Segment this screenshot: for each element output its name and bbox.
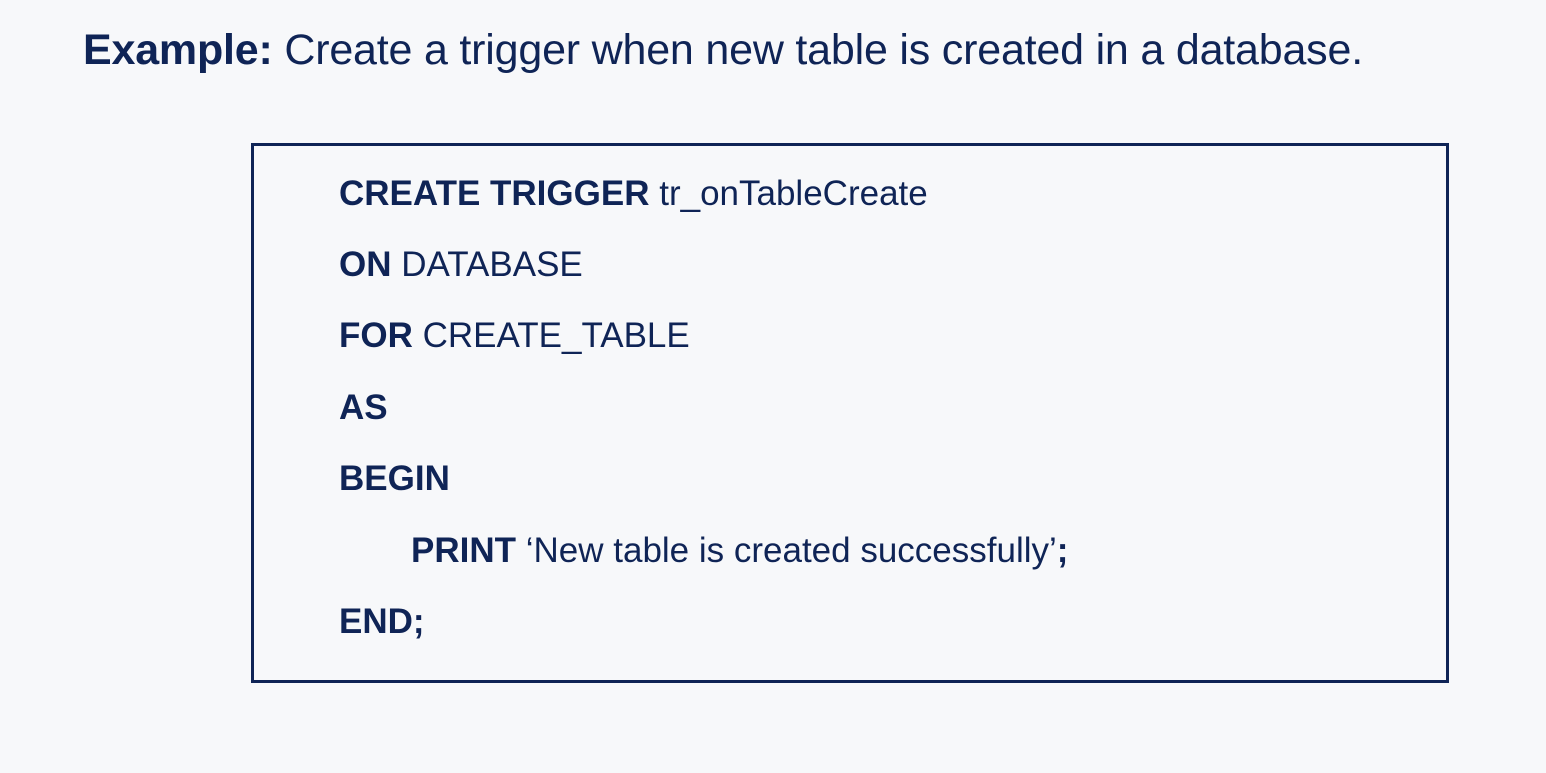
code-keyword: BEGIN [339, 459, 450, 498]
code-line-for-create-table: FOR CREATE_TABLE [339, 314, 690, 358]
code-line-as: AS [339, 386, 388, 430]
code-line-begin: BEGIN [339, 457, 450, 501]
code-keyword: ON [339, 245, 392, 284]
code-text: DATABASE [401, 245, 583, 284]
code-keyword: PRINT [411, 531, 516, 570]
code-keyword: END; [339, 602, 425, 641]
code-keyword: AS [339, 388, 388, 427]
code-line-on-database: ON DATABASE [339, 243, 583, 287]
code-keyword: CREATE TRIGGER [339, 174, 650, 213]
code-block: CREATE TRIGGER tr_onTableCreate ON DATAB… [251, 143, 1449, 683]
code-semicolon: ; [1056, 531, 1069, 570]
code-line-print: PRINT ‘New table is created successfully… [411, 529, 1068, 573]
page-title: Example: Create a trigger when new table… [83, 22, 1363, 78]
code-text: CREATE_TABLE [422, 316, 690, 355]
example-label: Example: [83, 26, 273, 74]
code-text: tr_onTableCreate [659, 174, 928, 213]
code-line-end: END; [339, 600, 425, 644]
code-line-create-trigger: CREATE TRIGGER tr_onTableCreate [339, 172, 928, 216]
code-text: ‘New table is created successfully’ [525, 531, 1057, 570]
example-description: Create a trigger when new table is creat… [284, 26, 1363, 74]
code-keyword: FOR [339, 316, 413, 355]
